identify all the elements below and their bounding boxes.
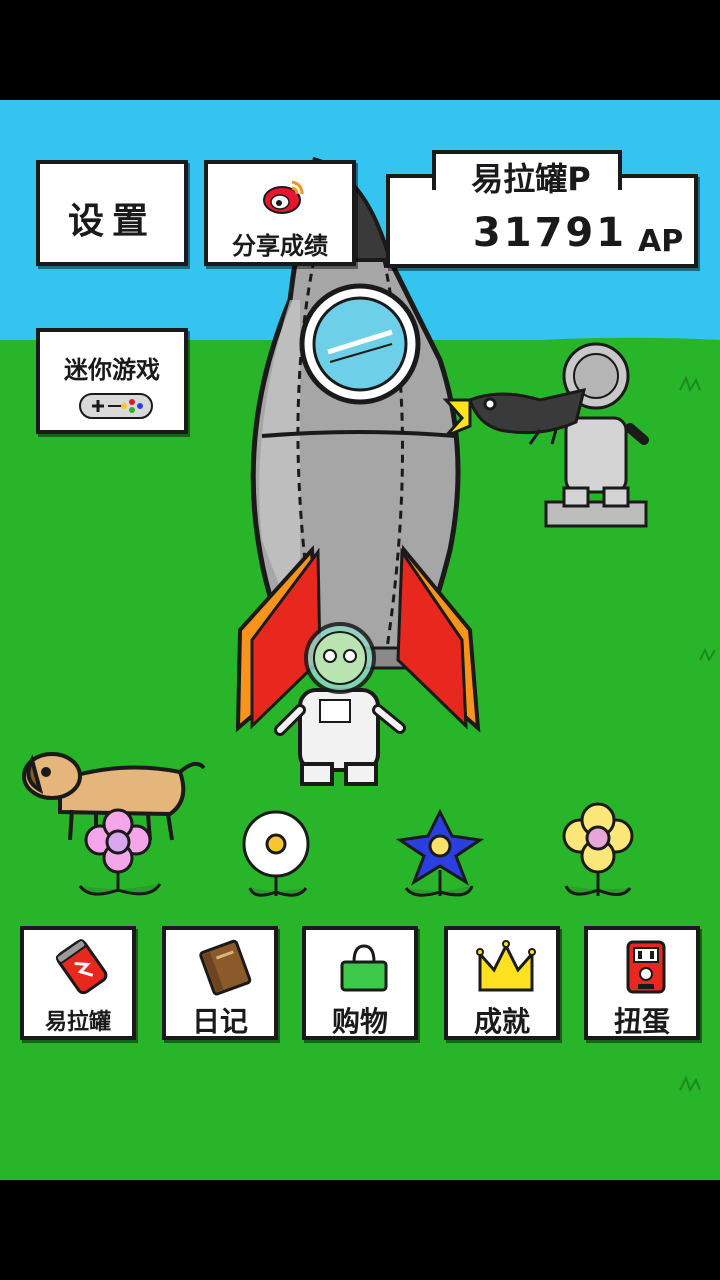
share-score-button[interactable]: 分享成绩: [204, 160, 356, 266]
shop-button[interactable]: 购物: [302, 926, 418, 1040]
points-unit: AP: [638, 224, 684, 259]
gacha-machine-icon: [626, 940, 666, 994]
settings-button[interactable]: 设置: [36, 160, 188, 266]
mini-game-button[interactable]: 迷你游戏: [36, 328, 188, 434]
soda-can-icon: [55, 939, 108, 995]
settings-label: 设置: [67, 201, 156, 242]
gamepad-icon: [79, 393, 153, 419]
mini-game-label: 迷你游戏: [64, 356, 160, 384]
share-score-label: 分享成绩: [232, 232, 328, 260]
crown-icon: [476, 940, 536, 992]
game-scene: 设置 分享成绩 迷你游戏 易拉罐P 31791 AP 易拉罐 日记 购物 成就 …: [0, 100, 720, 1180]
points-value: 31791: [472, 210, 628, 256]
weibo-icon: [263, 180, 304, 214]
gacha-label: 扭蛋: [613, 1005, 670, 1038]
shopping-bag-icon: [340, 944, 388, 992]
diary-label: 日记: [191, 1005, 248, 1038]
gacha-button[interactable]: 扭蛋: [584, 926, 700, 1040]
achievements-button[interactable]: 成就: [444, 926, 560, 1040]
points-title: 易拉罐P: [471, 160, 591, 198]
game-screen: 设置 分享成绩 迷你游戏 易拉罐P 31791 AP 易拉罐 日记 购物 成就 …: [0, 0, 720, 1280]
diary-book-icon: [199, 939, 252, 996]
achievements-label: 成就: [473, 1005, 530, 1038]
cans-button[interactable]: 易拉罐: [20, 926, 136, 1040]
cans-label: 易拉罐: [44, 1010, 111, 1035]
diary-button[interactable]: 日记: [162, 926, 278, 1040]
shop-label: 购物: [331, 1005, 388, 1038]
